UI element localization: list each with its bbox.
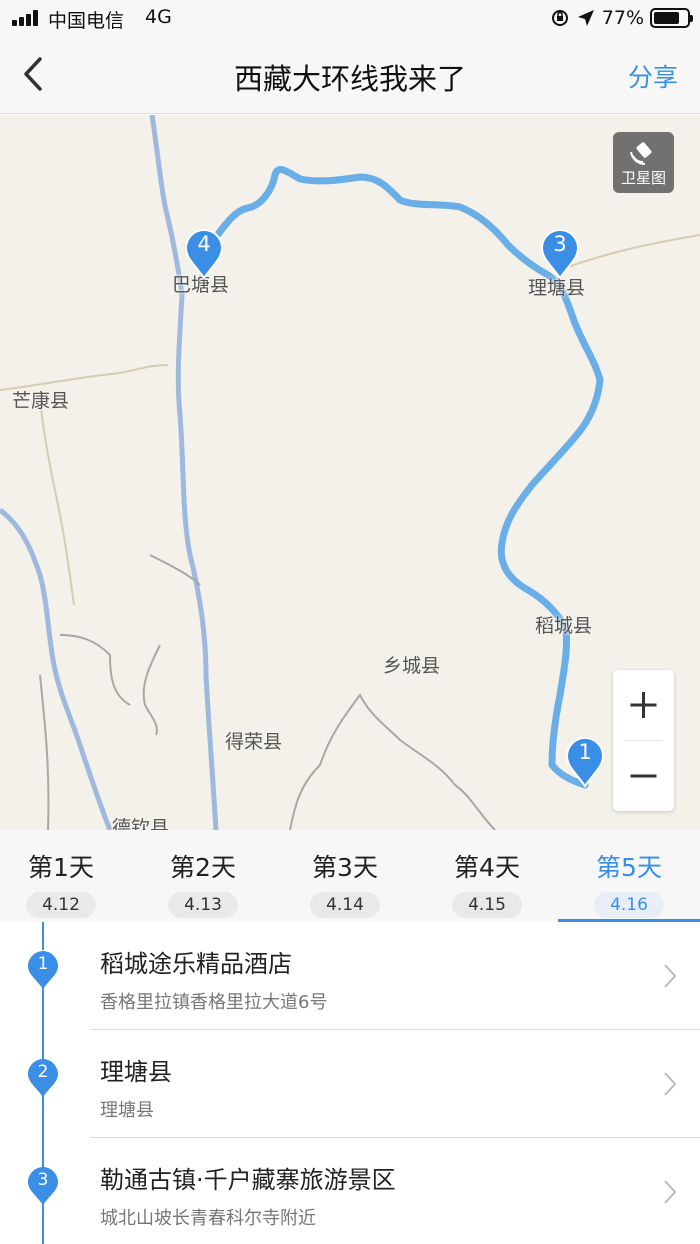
orientation-lock-icon bbox=[551, 10, 568, 26]
navigation-bar: 西藏大环线我来了 分享 bbox=[0, 36, 700, 114]
stop-name: 理塘县 bbox=[100, 1058, 172, 1086]
map-pin-number: 4 bbox=[197, 232, 211, 256]
tab-day-date: 4.15 bbox=[452, 892, 522, 918]
battery-percent: 77% bbox=[601, 7, 644, 29]
tab-day-label: 第5天 bbox=[596, 853, 662, 882]
battery-icon bbox=[650, 8, 693, 28]
stop-number: 2 bbox=[37, 1062, 49, 1082]
stop-number-marker: 1 bbox=[27, 950, 59, 990]
map-label-xiangcheng: 乡城县 bbox=[383, 655, 441, 677]
stop-address: 香格里拉镇香格里拉大道6号 bbox=[100, 992, 328, 1013]
day-tabs: 第1天 4.12 第2天 4.13 第3天 4.14 第4天 4.15 第5天 … bbox=[0, 830, 700, 922]
share-button[interactable]: 分享 bbox=[628, 58, 678, 94]
county-boundary bbox=[39, 674, 50, 830]
page-title: 西藏大环线我来了 bbox=[233, 62, 466, 96]
stop-address: 理塘县 bbox=[100, 1100, 154, 1121]
stop-address: 城北山坡长青春科尔寺附近 bbox=[100, 1208, 316, 1229]
tab-day-5[interactable]: 第5天 4.16 bbox=[559, 830, 699, 922]
map-pin-4[interactable]: 4 bbox=[184, 228, 224, 280]
chevron-right-icon bbox=[664, 964, 677, 988]
carrier-name: 中国电信 bbox=[48, 10, 125, 32]
satellite-view-label: 卫星图 bbox=[620, 169, 666, 187]
stop-name: 勒通古镇·千户藏寨旅游景区 bbox=[100, 1166, 396, 1194]
tab-day-label: 第4天 bbox=[454, 853, 520, 882]
tab-day-date: 4.14 bbox=[310, 892, 380, 918]
zoom-in-button[interactable] bbox=[613, 670, 674, 740]
tab-day-1[interactable]: 第1天 4.12 bbox=[0, 830, 131, 922]
map-pin-1[interactable]: 1 bbox=[565, 736, 605, 788]
tab-day-label: 第2天 bbox=[170, 853, 236, 882]
chevron-right-icon bbox=[664, 1072, 677, 1096]
county-boundary bbox=[39, 399, 75, 606]
signal-strength-icon bbox=[12, 10, 42, 26]
list-item[interactable]: 1 稻城途乐精品酒店 香格里拉镇香格里拉大道6号 bbox=[0, 922, 700, 1030]
map-pin-3[interactable]: 3 bbox=[540, 228, 580, 280]
map-label-daocheng: 稻城县 bbox=[535, 615, 593, 637]
stop-number-marker: 3 bbox=[27, 1166, 59, 1206]
stop-number: 3 bbox=[37, 1170, 49, 1190]
stop-name: 稻城途乐精品酒店 bbox=[100, 950, 292, 978]
itinerary-list: 1 稻城途乐精品酒店 香格里拉镇香格里拉大道6号 2 理塘县 理塘县 3 勒通古… bbox=[0, 922, 700, 1244]
stop-number-marker: 2 bbox=[27, 1058, 59, 1098]
tab-day-4[interactable]: 第4天 4.15 bbox=[417, 830, 557, 922]
tab-day-date: 4.16 bbox=[594, 892, 664, 918]
tab-day-label: 第3天 bbox=[312, 853, 378, 882]
map-label-mangkang: 芒康县 bbox=[12, 390, 70, 412]
map-label-deqin: 德钦县 bbox=[112, 817, 170, 830]
tab-day-date: 4.12 bbox=[26, 892, 96, 918]
battery-level bbox=[654, 12, 679, 24]
chevron-right-icon bbox=[664, 1180, 677, 1204]
county-boundary bbox=[289, 693, 496, 830]
satellite-view-button[interactable]: 卫星图 bbox=[613, 132, 674, 193]
county-boundary bbox=[59, 554, 201, 736]
stop-number: 1 bbox=[37, 954, 49, 974]
zoom-out-button[interactable] bbox=[613, 741, 674, 811]
tab-day-date: 4.13 bbox=[168, 892, 238, 918]
network-type: 4G bbox=[145, 6, 172, 28]
route-map[interactable]: 巴塘县 理塘县 芒康县 稻城县 乡城县 得荣县 德钦县 4 3 1 卫星图 bbox=[0, 115, 700, 830]
map-pin-number: 1 bbox=[578, 740, 592, 764]
map-label-derong: 得荣县 bbox=[225, 731, 283, 753]
list-item[interactable]: 3 勒通古镇·千户藏寨旅游景区 城北山坡长青春科尔寺附近 bbox=[0, 1138, 700, 1244]
tab-day-label: 第1天 bbox=[28, 853, 94, 882]
river bbox=[149, 115, 219, 830]
river bbox=[0, 508, 113, 830]
list-item[interactable]: 2 理塘县 理塘县 bbox=[0, 1030, 700, 1138]
status-bar: 中国电信 4G 77% bbox=[0, 0, 700, 36]
county-boundary bbox=[559, 234, 700, 271]
location-arrow-icon bbox=[577, 10, 594, 26]
zoom-controls bbox=[613, 670, 674, 811]
tab-day-2[interactable]: 第2天 4.13 bbox=[133, 830, 273, 922]
tab-day-3[interactable]: 第3天 4.14 bbox=[275, 830, 415, 922]
satellite-icon bbox=[630, 142, 652, 165]
map-canvas[interactable] bbox=[0, 115, 700, 830]
map-pin-number: 3 bbox=[553, 232, 567, 256]
